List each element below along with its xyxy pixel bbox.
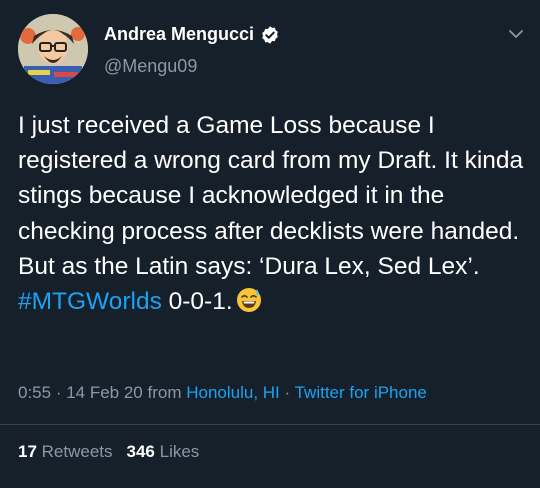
tweet-meta: 0:55 · 14 Feb 20 from Honolulu, HI · Twi… [18,383,427,403]
tweet-text-tail: 0-0-1. [161,288,233,316]
likes-stat[interactable]: 346 Likes [127,442,200,461]
verified-badge-icon [262,25,278,44]
tweet-date[interactable]: 14 Feb 20 [66,383,143,402]
tweet-time[interactable]: 0:55 [18,383,51,402]
tweet-text-main: I just received a Game Loss because I re… [18,112,524,280]
hashtag-link[interactable]: #MTGWorlds [18,288,162,315]
divider [0,424,540,425]
retweets-label: Retweets [36,442,113,461]
meta-separator: · [279,383,295,402]
location-link[interactable]: Honolulu, HI [186,383,280,402]
tweet-text: I just received a Game Loss because I re… [18,108,530,319]
cartoon-portrait-icon [18,14,88,84]
retweets-count: 17 [18,442,37,461]
likes-label: Likes [154,442,200,461]
avatar[interactable] [18,14,88,84]
retweets-stat[interactable]: 17 Retweets [18,442,113,461]
tweet-card: Andrea Mengucci @Mengu09 I just received… [0,0,540,488]
author-name-row[interactable]: Andrea Mengucci [104,24,280,45]
chevron-down-icon[interactable] [508,26,524,42]
likes-count: 346 [126,442,155,461]
from-label: from [142,383,187,402]
meta-separator: · [51,383,67,402]
tweet-stats: 17 Retweets 346 Likes [18,442,199,462]
author-handle[interactable]: @Mengu09 [104,56,197,77]
display-name[interactable]: Andrea Mengucci [104,24,254,45]
source-link[interactable]: Twitter for iPhone [295,383,427,402]
grinning-face-with-sweat-icon [236,288,261,313]
